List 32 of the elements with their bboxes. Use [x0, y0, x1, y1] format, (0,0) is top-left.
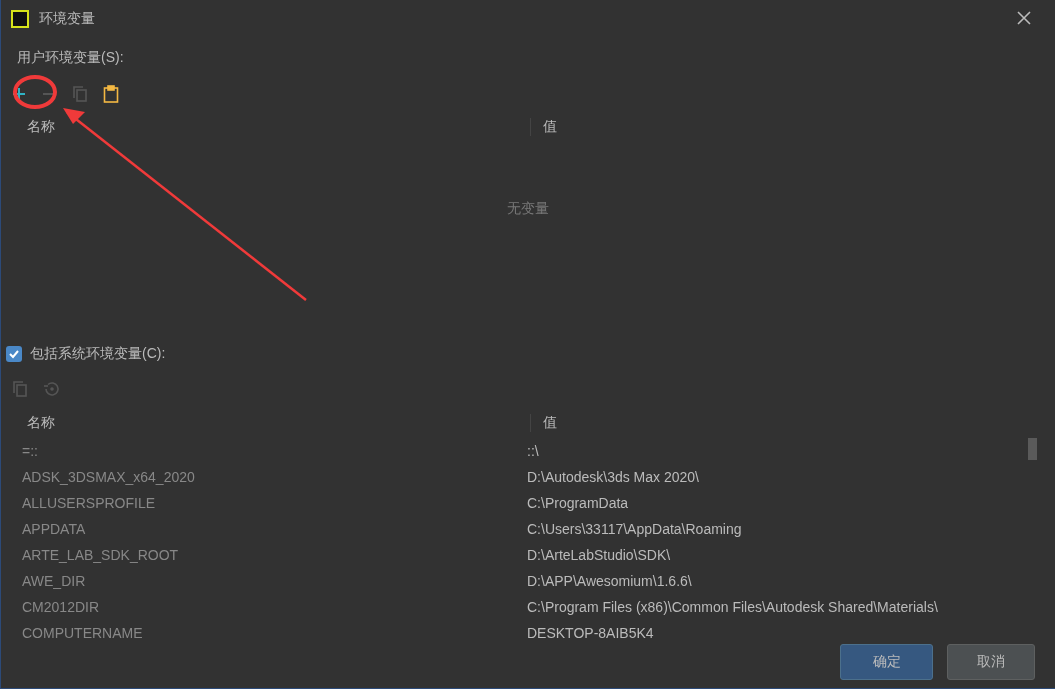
checkbox-label: 包括系统环境变量(C): [30, 345, 166, 363]
close-icon[interactable] [1017, 11, 1031, 25]
variable-name: COMPUTERNAME [21, 625, 144, 641]
column-header[interactable]: 名称 [17, 414, 530, 432]
variable-value: C:\ProgramData [526, 495, 630, 511]
app-logo-icon [11, 10, 29, 28]
cancel-button[interactable]: 取消 [947, 644, 1035, 680]
column-header[interactable]: 值 [530, 414, 1039, 432]
variable-name: AWE_DIR [21, 573, 87, 589]
section-label: 用户环境变量(S): [17, 49, 124, 65]
clipboard-icon[interactable] [103, 85, 119, 103]
variable-name: ADSK_3DSMAX_x64_2020 [21, 469, 196, 485]
column-header[interactable]: 名称 [17, 118, 530, 136]
variable-name: ARTE_LAB_SDK_ROOT [21, 547, 180, 563]
variable-value: C:\Program Files (x86)\Common Files\Autodesk Shared\Materials\ [526, 599, 939, 615]
variable-name: APPDATA [21, 521, 87, 537]
column-header[interactable]: 值 [530, 118, 1039, 136]
variable-name: CM2012DIR [21, 599, 101, 615]
variable-value: D:\Autodesk\3ds Max 2020\ [526, 469, 700, 485]
checkbox[interactable] [6, 346, 22, 362]
variable-value: ::\ [526, 443, 540, 459]
variable-name: ALLUSERSPROFILE [21, 495, 157, 511]
variable-name: =:: [21, 443, 39, 459]
ok-button[interactable]: 确定 [840, 644, 933, 680]
variable-value: C:\Users\33117\AppData\Roaming [526, 521, 743, 537]
variable-value: D:\APP\Awesomium\1.6.6\ [526, 573, 693, 589]
scrollbar-thumb[interactable] [1028, 438, 1037, 460]
variable-value: DESKTOP-8AIB5K4 [526, 625, 655, 641]
variable-value: D:\ArteLabStudio\SDK\ [526, 547, 672, 563]
empty-text: 无变量 [507, 200, 549, 218]
window-title: 环境变量 [39, 10, 95, 28]
annotation-circle [13, 75, 57, 109]
